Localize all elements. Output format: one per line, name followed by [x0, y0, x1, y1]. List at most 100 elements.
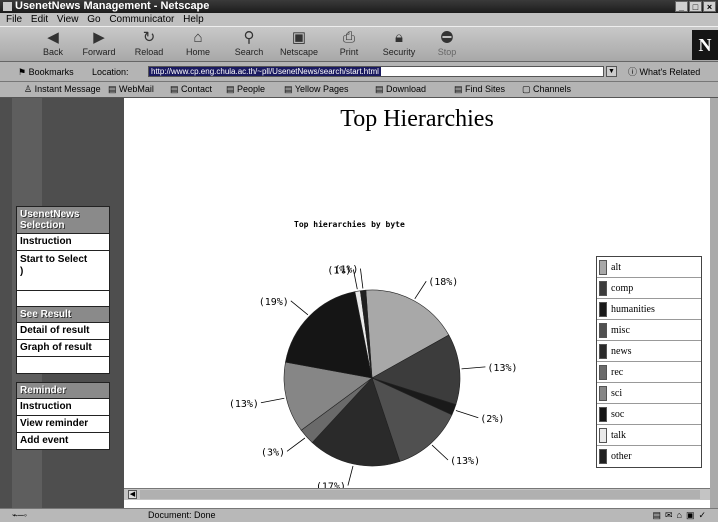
nav-add-event[interactable]: Add event [17, 433, 109, 449]
legend-label: rec [611, 366, 624, 378]
bookmarks-button[interactable]: ⚑ Bookmarks [18, 62, 74, 82]
legend-item-alt: alt [597, 257, 701, 278]
home-icon: ⌂ [193, 29, 203, 46]
minimize-button[interactable]: _ [675, 1, 688, 12]
print-button[interactable]: ⎙ Print [326, 29, 372, 61]
leader-line-sci [260, 397, 285, 404]
horizontal-scrollbar[interactable]: ◀ [124, 488, 710, 500]
legend-swatch [599, 364, 607, 380]
pie-label-sci: (13%) [229, 399, 259, 410]
legend-swatch [599, 343, 607, 359]
legend-label: talk [611, 429, 626, 441]
pt-webmail[interactable]: ▤ WebMail [108, 82, 154, 97]
location-label: Location: [92, 67, 129, 77]
legend-swatch [599, 280, 607, 296]
url-input[interactable]: http://www.cp.eng.chula.ac.th/~pll/Usene… [148, 66, 604, 77]
nav-section-reminder: Reminder Instruction View reminder Add e… [16, 382, 110, 450]
nav-detail-of-result[interactable]: Detail of result [17, 323, 109, 340]
menu-go[interactable]: Go [87, 14, 100, 25]
nav-start-to-select[interactable]: Start to Select) [17, 251, 109, 291]
nav-section-header: UsenetNews Selection [17, 207, 109, 234]
legend-label: humanities [611, 303, 655, 315]
menu-bar: File Edit View Go Communicator Help [0, 13, 718, 26]
forward-arrow-icon: ▶ [93, 29, 105, 46]
pt-contact[interactable]: ▤ Contact [170, 82, 212, 97]
pie-label-other: (1%) [334, 265, 358, 276]
legend-item-talk: talk [597, 425, 701, 446]
legend-item-misc: misc [597, 320, 701, 341]
maximize-button[interactable]: □ [689, 1, 702, 12]
netscape-button[interactable]: ▣ Netscape [276, 29, 322, 61]
menu-help[interactable]: Help [183, 14, 204, 25]
nav-selection-instruction[interactable]: Instruction [17, 234, 109, 251]
security-button[interactable]: 🔒︎ Security [376, 29, 422, 61]
location-bar: ⚑ Bookmarks Location: http://www.cp.eng.… [0, 62, 718, 82]
legend-swatch [599, 385, 607, 401]
vertical-scrollbar[interactable] [710, 98, 718, 508]
search-icon: ⚲ [243, 29, 255, 46]
legend-item-other: other [597, 446, 701, 467]
title-bar: UsenetNews Management - Netscape _ □ × [0, 0, 718, 13]
pt-channels[interactable]: ▢ Channels [522, 82, 571, 97]
pt-download[interactable]: ▤ Download [375, 82, 426, 97]
nav-graph-of-result[interactable]: Graph of result [17, 340, 109, 357]
forward-button[interactable]: ▶ Forward [76, 29, 122, 61]
legend-item-soc: soc [597, 404, 701, 425]
legend-item-sci: sci [597, 383, 701, 404]
nav-reminder-instruction[interactable]: Instruction [17, 399, 109, 416]
legend-label: misc [611, 324, 630, 336]
menu-communicator[interactable]: Communicator [109, 14, 174, 25]
legend-label: soc [611, 408, 625, 420]
close-button[interactable]: × [703, 1, 716, 12]
nav-section-selection: UsenetNews Selection Instruction Start t… [16, 206, 110, 308]
legend-label: alt [611, 261, 621, 273]
pie-label-humanities: (2%) [480, 414, 504, 425]
url-dropdown-icon[interactable]: ▼ [606, 66, 617, 77]
print-icon: ⎙ [342, 29, 355, 46]
pie-label-alt: (18%) [428, 277, 458, 288]
leader-line-news [347, 465, 354, 486]
nav-view-reminder[interactable]: View reminder [17, 416, 109, 433]
connection-status-icon: ⌁─◦ [12, 510, 27, 520]
scroll-thumb[interactable] [140, 490, 700, 499]
pt-instant-message[interactable]: ♙ Instant Message [24, 82, 101, 97]
home-button[interactable]: ⌂ Home [175, 29, 221, 61]
legend-label: news [611, 345, 632, 357]
left-navigation: UsenetNews Selection Instruction Start t… [0, 98, 124, 508]
stop-button[interactable]: ⛔︎ Stop [424, 29, 470, 61]
back-button[interactable]: ◀ Back [30, 29, 76, 61]
personal-toolbar: ♙ Instant Message ▤ WebMail ▤ Contact ▤ … [0, 82, 718, 98]
menu-view[interactable]: View [57, 14, 79, 25]
page-frame: UsenetNews Selection Instruction Start t… [0, 98, 718, 508]
pt-people[interactable]: ▤ People [226, 82, 265, 97]
legend-label: other [611, 451, 632, 462]
window-title: UsenetNews Management - Netscape [15, 0, 210, 12]
legend-swatch [599, 259, 607, 275]
nav-section-result: See Result Detail of result Graph of res… [16, 306, 110, 374]
netscape-logo: N [692, 30, 718, 60]
nav-section-header: Reminder [17, 383, 109, 399]
leader-line-rec [286, 437, 306, 452]
legend-swatch [599, 301, 607, 317]
netscape-app-icon [3, 2, 12, 11]
scroll-left-arrow-icon[interactable]: ◀ [128, 490, 137, 499]
legend-swatch [599, 406, 607, 422]
menu-file[interactable]: File [6, 14, 22, 25]
legend-item-humanities: humanities [597, 299, 701, 320]
whats-related-button[interactable]: ⓘ What's Related [628, 62, 700, 82]
leader-line-comp [461, 366, 486, 370]
leader-line-alt [414, 281, 427, 300]
pt-find-sites[interactable]: ▤ Find Sites [454, 82, 505, 97]
menu-edit[interactable]: Edit [31, 14, 48, 25]
nav-blank-row [17, 357, 109, 373]
component-bar-icons[interactable]: ▤✉⌂▣✓ [652, 509, 710, 522]
navigation-toolbar: ◀ Back ▶ Forward ↻ Reload ⌂ Home ⚲ Search ▣ Ne… [0, 26, 718, 62]
pt-yellow-pages[interactable]: ▤ Yellow Pages [284, 82, 349, 97]
leader-line-other [360, 268, 364, 289]
pie-label-comp: (13%) [487, 363, 517, 374]
legend-item-comp: comp [597, 278, 701, 299]
search-button[interactable]: ⚲ Search [226, 29, 272, 61]
url-text: http://www.cp.eng.chula.ac.th/~pll/Usene… [149, 67, 381, 76]
back-arrow-icon: ◀ [47, 29, 59, 46]
reload-button[interactable]: ↻ Reload [126, 29, 172, 61]
